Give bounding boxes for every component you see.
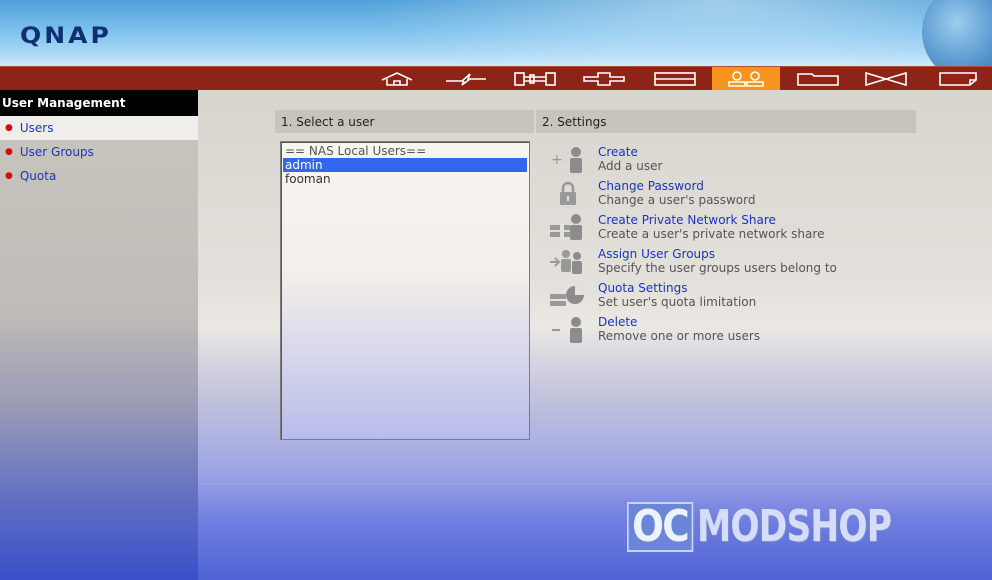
divider — [198, 483, 992, 484]
nav-devices[interactable] — [570, 67, 638, 91]
action-title: Quota Settings — [598, 281, 688, 295]
watermark-modshop: MODSHOP — [696, 501, 892, 552]
action-desc: Specify the user groups users belong to — [598, 261, 837, 275]
nav-home[interactable] — [363, 67, 431, 91]
delete-user-action[interactable]: Delete Remove one or more users — [548, 315, 760, 345]
user-group-label: == NAS Local Users== — [285, 144, 427, 158]
top-nav-bar — [0, 66, 992, 91]
bullet-icon: ● — [5, 147, 13, 157]
plus-device-icon — [583, 72, 625, 86]
disk-icon — [654, 72, 696, 86]
network-icon — [446, 73, 486, 86]
assign-group-icon — [548, 247, 598, 277]
nav-access[interactable] — [501, 67, 569, 91]
action-desc: Set user's quota limitation — [598, 295, 757, 309]
change-password-action[interactable]: Change Password Change a user's password — [548, 179, 755, 209]
sidebar: User Management ● Users ● User Groups ● … — [0, 90, 198, 580]
user-option-fooman[interactable]: fooman — [283, 172, 527, 186]
header-banner: QNAP — [0, 0, 992, 66]
action-desc: Change a user's password — [598, 193, 756, 207]
globe-graphic — [922, 0, 992, 66]
action-title: Assign User Groups — [598, 247, 716, 261]
sidebar-item-label: Quota — [19, 169, 57, 183]
user-listbox[interactable]: == NAS Local Users== admin fooman — [280, 141, 530, 440]
note-icon — [939, 72, 977, 86]
bullet-icon: ● — [5, 123, 13, 133]
network-share-icon — [548, 213, 598, 243]
nav-shares[interactable] — [784, 67, 852, 91]
nav-status[interactable] — [924, 67, 992, 91]
add-user-icon: + — [548, 145, 598, 175]
qnap-logo: QNAP — [20, 22, 112, 49]
users-icon — [728, 71, 764, 87]
action-desc: Add a user — [598, 159, 663, 173]
key-icon — [514, 72, 556, 86]
svg-text:+: + — [551, 152, 563, 168]
nav-services[interactable] — [852, 67, 920, 91]
user-option-admin[interactable]: admin — [283, 158, 527, 172]
select-user-header: 1. Select a user — [275, 110, 534, 133]
nav-disk[interactable] — [641, 67, 709, 91]
assign-user-groups-action[interactable]: Assign User Groups Specify the user grou… — [548, 247, 837, 277]
create-private-share-action[interactable]: Create Private Network Share Create a us… — [548, 213, 824, 243]
banner-highlight — [300, 0, 992, 66]
nav-network[interactable] — [432, 67, 500, 91]
action-desc: Create a user's private network share — [598, 227, 825, 241]
action-title: Delete — [598, 315, 638, 329]
folder-icon — [797, 73, 839, 86]
create-user-action[interactable]: + Create Add a user — [548, 145, 662, 175]
settings-header: 2. Settings — [536, 110, 916, 133]
action-title: Create Private Network Share — [598, 213, 776, 227]
action-title: Create — [598, 145, 638, 159]
sidebar-item-user-groups[interactable]: ● User Groups — [0, 140, 198, 164]
delete-user-icon — [548, 315, 598, 345]
watermark: OC MODSHOP — [627, 502, 946, 552]
action-desc: Remove one or more users — [598, 329, 761, 343]
sidebar-item-users[interactable]: ● Users — [0, 116, 198, 140]
quota-icon — [548, 281, 598, 311]
sidebar-title: User Management — [0, 90, 198, 116]
bowtie-icon — [865, 71, 907, 87]
sidebar-item-label: User Groups — [19, 145, 94, 159]
quota-settings-action[interactable]: Quota Settings Set user's quota limitati… — [548, 281, 756, 311]
sidebar-item-label: Users — [19, 121, 54, 135]
sidebar-item-quota[interactable]: ● Quota — [0, 164, 198, 188]
bullet-icon: ● — [5, 171, 13, 181]
nav-users[interactable] — [712, 67, 780, 91]
lock-icon — [548, 179, 598, 209]
home-icon — [381, 72, 413, 86]
watermark-oc: OC — [627, 502, 694, 552]
action-title: Change Password — [598, 179, 704, 193]
